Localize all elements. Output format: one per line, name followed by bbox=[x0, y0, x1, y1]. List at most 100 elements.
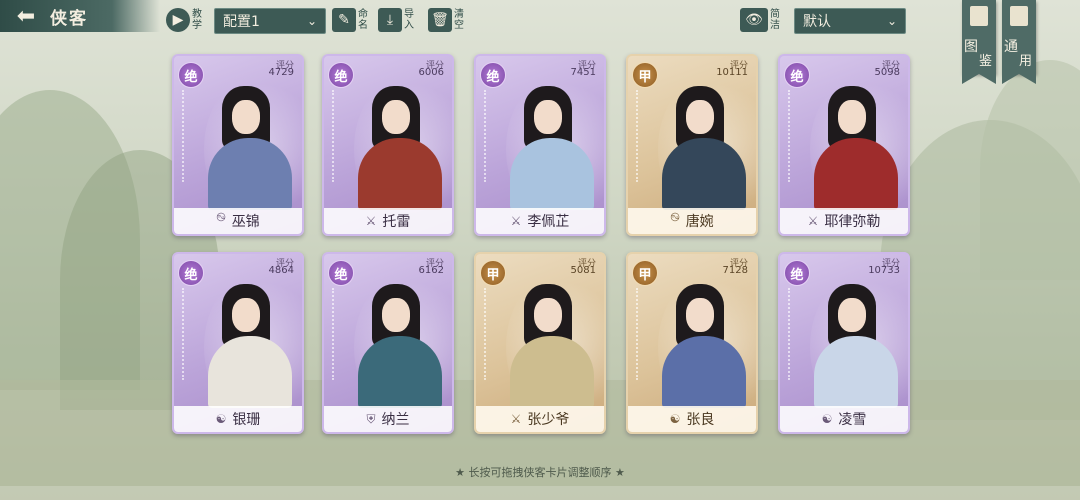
filter-label: 简洁 bbox=[770, 9, 780, 31]
card-ornament bbox=[332, 90, 344, 182]
card-ornament bbox=[788, 288, 800, 380]
grade-badge: 绝 bbox=[784, 62, 810, 88]
score-value: 6006 bbox=[418, 67, 444, 78]
grade-badge: 甲 bbox=[480, 260, 506, 286]
hero-name-bar: ☯ 凌雪 bbox=[780, 406, 908, 432]
atlas-button[interactable]: 图 鉴 bbox=[962, 0, 996, 84]
hero-name-bar: ⚔ 张少爷 bbox=[476, 406, 604, 432]
filter-toggle[interactable]: 👁 简洁 bbox=[740, 6, 782, 34]
hero-name: 纳兰 bbox=[381, 412, 410, 428]
hero-card[interactable]: 绝评分 4864 ☯ 银珊 bbox=[172, 252, 304, 434]
clear-button[interactable]: 🗑 清空 bbox=[428, 6, 466, 34]
hero-portrait bbox=[208, 86, 294, 210]
hero-portrait bbox=[814, 284, 900, 408]
hero-name: 银珊 bbox=[232, 412, 261, 428]
hero-portrait bbox=[662, 86, 748, 210]
grade-badge: 甲 bbox=[632, 260, 658, 286]
card-ornament bbox=[636, 288, 648, 380]
config-value: 配置1 bbox=[223, 14, 260, 30]
swirl-icon: ࿊ bbox=[670, 210, 680, 224]
swirl-icon: ࿊ bbox=[216, 210, 226, 224]
hero-name: 李佩芷 bbox=[527, 214, 570, 230]
hero-name: 张少爷 bbox=[527, 412, 570, 428]
general-label-2: 用 bbox=[1019, 54, 1033, 69]
yinyang-icon: ☯ bbox=[821, 412, 833, 426]
hero-portrait bbox=[814, 86, 900, 210]
sword-icon: ⚔ bbox=[510, 412, 522, 426]
chevron-down-icon: ⌄ bbox=[306, 14, 317, 28]
score-value: 4729 bbox=[268, 67, 294, 78]
score-value: 7451 bbox=[570, 67, 596, 78]
hero-name: 耶律弥勒 bbox=[824, 214, 881, 230]
grade-badge: 甲 bbox=[632, 62, 658, 88]
shield-icon: ⛨ bbox=[366, 411, 376, 426]
score-value: 10733 bbox=[868, 265, 900, 276]
score-value: 10111 bbox=[716, 67, 748, 78]
card-ornament bbox=[484, 288, 496, 380]
import-button[interactable]: ⤓ 导入 bbox=[378, 6, 416, 34]
drag-hint: ★ 长按可拖拽侠客卡片调整顺序 ★ bbox=[455, 466, 625, 479]
grade-badge: 绝 bbox=[784, 260, 810, 286]
hero-card[interactable]: 绝评分 6006 ⚔ 托雷 bbox=[322, 54, 454, 236]
sword-icon: ⚔ bbox=[365, 214, 377, 228]
score-value: 5098 bbox=[874, 67, 900, 78]
arrow-left-icon: ⬅ bbox=[16, 3, 36, 29]
hero-card[interactable]: 甲评分 5081 ⚔ 张少爷 bbox=[474, 252, 606, 434]
scroll-icon bbox=[1010, 6, 1028, 26]
hero-card[interactable]: 甲评分 7128 ☯ 张良 bbox=[626, 252, 758, 434]
hero-name: 张良 bbox=[686, 412, 715, 428]
grade-badge: 绝 bbox=[178, 260, 204, 286]
sort-value: 默认 bbox=[803, 14, 831, 30]
card-ornament bbox=[332, 288, 344, 380]
hero-card[interactable]: 绝评分 6162 ⛨ 纳兰 bbox=[322, 252, 454, 434]
top-bar: ⬅ 侠客 ▶ 教学 配置1 ⌄ ✎ 命名 ⤓ 导入 🗑 清空 👁 简洁 默认 ⌄… bbox=[0, 0, 1080, 84]
atlas-label-2: 鉴 bbox=[979, 54, 993, 69]
play-icon: ▶ bbox=[166, 8, 190, 32]
hero-name-bar: ⚔ 托雷 bbox=[324, 208, 452, 234]
grade-badge: 绝 bbox=[328, 62, 354, 88]
grade-badge: 绝 bbox=[480, 62, 506, 88]
hero-name-bar: ⛨ 纳兰 bbox=[324, 406, 452, 432]
atlas-label-1: 图 bbox=[964, 39, 978, 55]
clear-label: 清空 bbox=[454, 9, 464, 31]
eye-icon: 👁 bbox=[740, 8, 768, 32]
hero-card[interactable]: 绝评分 4729 ࿊ 巫锦 bbox=[172, 54, 304, 236]
download-icon: ⤓ bbox=[378, 8, 402, 32]
rename-button[interactable]: ✎ 命名 bbox=[332, 6, 370, 34]
hero-name: 唐婉 bbox=[685, 214, 714, 230]
config-select[interactable]: 配置1 ⌄ bbox=[214, 8, 326, 34]
hero-name: 托雷 bbox=[382, 214, 411, 230]
card-ornament bbox=[636, 90, 648, 182]
back-button[interactable]: ⬅ 侠客 bbox=[0, 0, 160, 32]
hero-card[interactable]: 绝评分 7451 ⚔ 李佩芷 bbox=[474, 54, 606, 236]
sort-select[interactable]: 默认 ⌄ bbox=[794, 8, 906, 34]
hero-portrait bbox=[208, 284, 294, 408]
sword-icon: ⚔ bbox=[510, 214, 522, 228]
page-title: 侠客 bbox=[50, 8, 88, 29]
hero-card[interactable]: 绝评分 5098 ⚔ 耶律弥勒 bbox=[778, 54, 910, 236]
card-ornament bbox=[182, 288, 194, 380]
hero-card[interactable]: 甲评分 10111 ࿊ 唐婉 bbox=[626, 54, 758, 236]
grade-badge: 绝 bbox=[178, 62, 204, 88]
card-ornament bbox=[484, 90, 496, 182]
hero-portrait bbox=[510, 86, 596, 210]
hero-portrait bbox=[510, 284, 596, 408]
hero-name-bar: ☯ 张良 bbox=[628, 406, 756, 432]
hero-name: 凌雪 bbox=[838, 412, 867, 428]
tutorial-label: 教学 bbox=[192, 9, 202, 31]
tutorial-button[interactable]: ▶ 教学 bbox=[166, 6, 204, 34]
import-label: 导入 bbox=[404, 9, 414, 31]
card-ornament bbox=[788, 90, 800, 182]
yinyang-icon: ☯ bbox=[215, 412, 227, 426]
hero-portrait bbox=[358, 86, 444, 210]
hero-name-bar: ࿊ 巫锦 bbox=[174, 208, 302, 234]
card-ornament bbox=[182, 90, 194, 182]
general-button[interactable]: 通 用 bbox=[1002, 0, 1036, 84]
score-value: 4864 bbox=[268, 265, 294, 276]
score-value: 7128 bbox=[722, 265, 748, 276]
hero-portrait bbox=[662, 284, 748, 408]
chevron-down-icon: ⌄ bbox=[886, 14, 897, 28]
hero-name-bar: ࿊ 唐婉 bbox=[628, 208, 756, 234]
book-icon bbox=[970, 6, 988, 26]
hero-card[interactable]: 绝评分 10733 ☯ 凌雪 bbox=[778, 252, 910, 434]
